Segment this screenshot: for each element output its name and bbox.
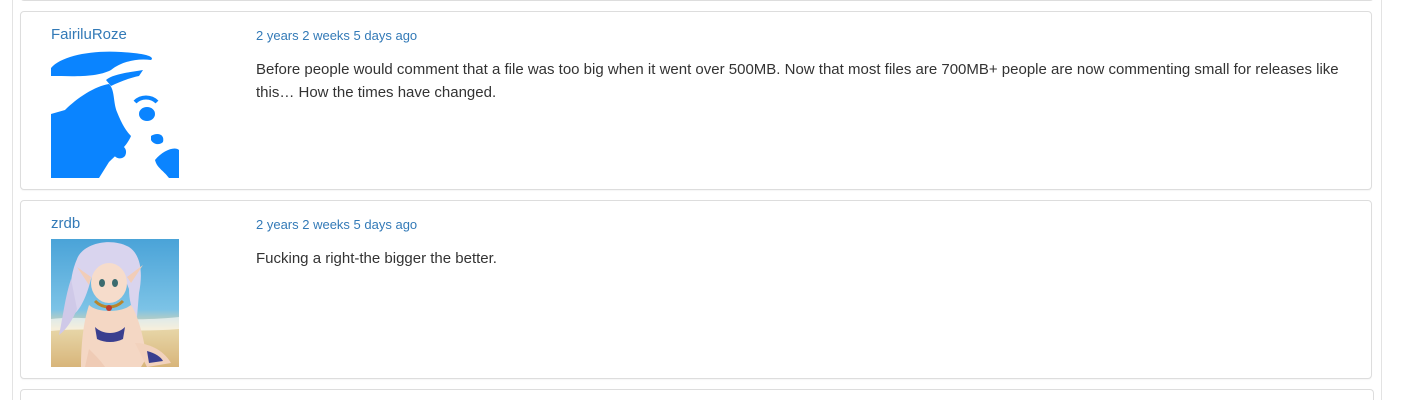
comment-text: Before people would comment that a file … (256, 61, 1339, 101)
comment-username-link[interactable]: FairiluRoze (51, 25, 127, 45)
container-border-left (12, 0, 13, 400)
comments-page: FairiluRoze 2 years 2 weeks 5 days ago B… (0, 0, 1403, 400)
comment-card: zrdb 2 years 2 weeks 5 days ago Fucking … (20, 200, 1372, 379)
comment-timestamp-link[interactable]: 2 years 2 weeks 5 days ago (256, 216, 417, 234)
comment-username-link[interactable]: zrdb (51, 214, 80, 234)
avatar-silhouette-image (51, 50, 179, 178)
user-avatar[interactable] (51, 239, 179, 367)
comment-card: FairiluRoze 2 years 2 weeks 5 days ago B… (20, 11, 1372, 190)
avatar-anime-image (51, 239, 179, 367)
previous-comment-card-edge (20, 0, 1374, 1)
comment-text: Fucking a right-the bigger the better. (256, 250, 497, 267)
next-comment-card-edge (20, 389, 1374, 400)
user-avatar[interactable] (51, 50, 179, 178)
comment-timestamp-link[interactable]: 2 years 2 weeks 5 days ago (256, 27, 417, 45)
container-border-right (1381, 0, 1382, 400)
